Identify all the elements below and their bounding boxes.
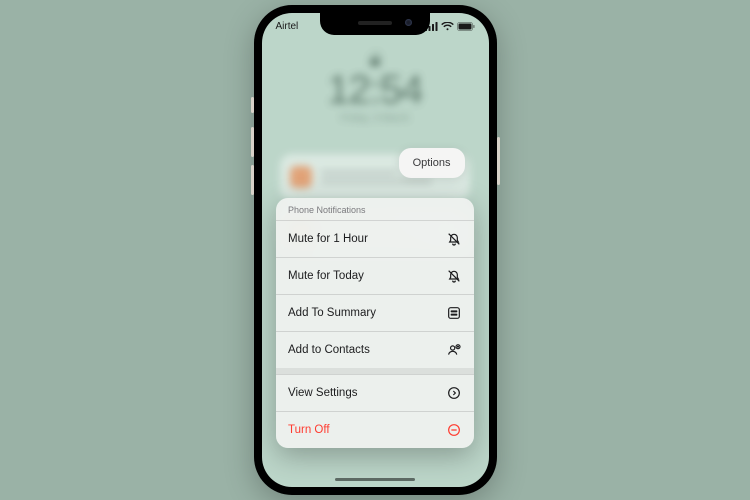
- menu-item-label: Mute for 1 Hour: [288, 233, 368, 245]
- home-indicator[interactable]: [335, 478, 415, 481]
- options-button[interactable]: Options: [399, 148, 465, 178]
- menu-item-add-summary[interactable]: Add To Summary: [276, 294, 474, 331]
- menu-item-label: Add to Contacts: [288, 344, 370, 356]
- mute-switch[interactable]: [251, 97, 254, 113]
- options-label: Options: [413, 157, 451, 169]
- notch: [320, 13, 430, 35]
- menu-item-add-contacts[interactable]: Add to Contacts: [276, 331, 474, 368]
- contact-add-icon: [446, 342, 462, 358]
- menu-item-mute-1-hour[interactable]: Mute for 1 Hour: [276, 220, 474, 257]
- carrier-label: Airtel: [276, 21, 299, 32]
- volume-down-button[interactable]: [251, 165, 254, 195]
- minus-circle-icon: [446, 422, 462, 438]
- battery-icon: [457, 22, 475, 31]
- lockscreen-time: 12:54: [327, 70, 422, 110]
- menu-item-view-settings[interactable]: View Settings: [276, 374, 474, 411]
- status-right: [425, 22, 475, 31]
- menu-item-label: Add To Summary: [288, 307, 376, 319]
- menu-item-turn-off[interactable]: Turn Off: [276, 411, 474, 448]
- chevron-circle-icon: [446, 385, 462, 401]
- screen: Airtel 12:54 Friday, 3 March Options: [262, 13, 489, 487]
- menu-item-label: View Settings: [288, 387, 357, 399]
- notification-actions-menu: Phone Notifications Mute for 1 Hour Mute…: [276, 198, 474, 448]
- menu-item-label: Turn Off: [288, 424, 330, 436]
- menu-header: Phone Notifications: [276, 198, 474, 220]
- wifi-icon: [441, 22, 454, 31]
- menu-item-mute-today[interactable]: Mute for Today: [276, 257, 474, 294]
- lockscreen-date: Friday, 3 March: [341, 113, 410, 124]
- summary-icon: [446, 305, 462, 321]
- phone-frame: Airtel 12:54 Friday, 3 March Options: [254, 5, 497, 495]
- bell-slash-icon: [446, 268, 462, 284]
- volume-up-button[interactable]: [251, 127, 254, 157]
- power-button[interactable]: [497, 137, 500, 185]
- lock-icon: [370, 53, 380, 66]
- menu-item-label: Mute for Today: [288, 270, 364, 282]
- bell-slash-icon: [446, 231, 462, 247]
